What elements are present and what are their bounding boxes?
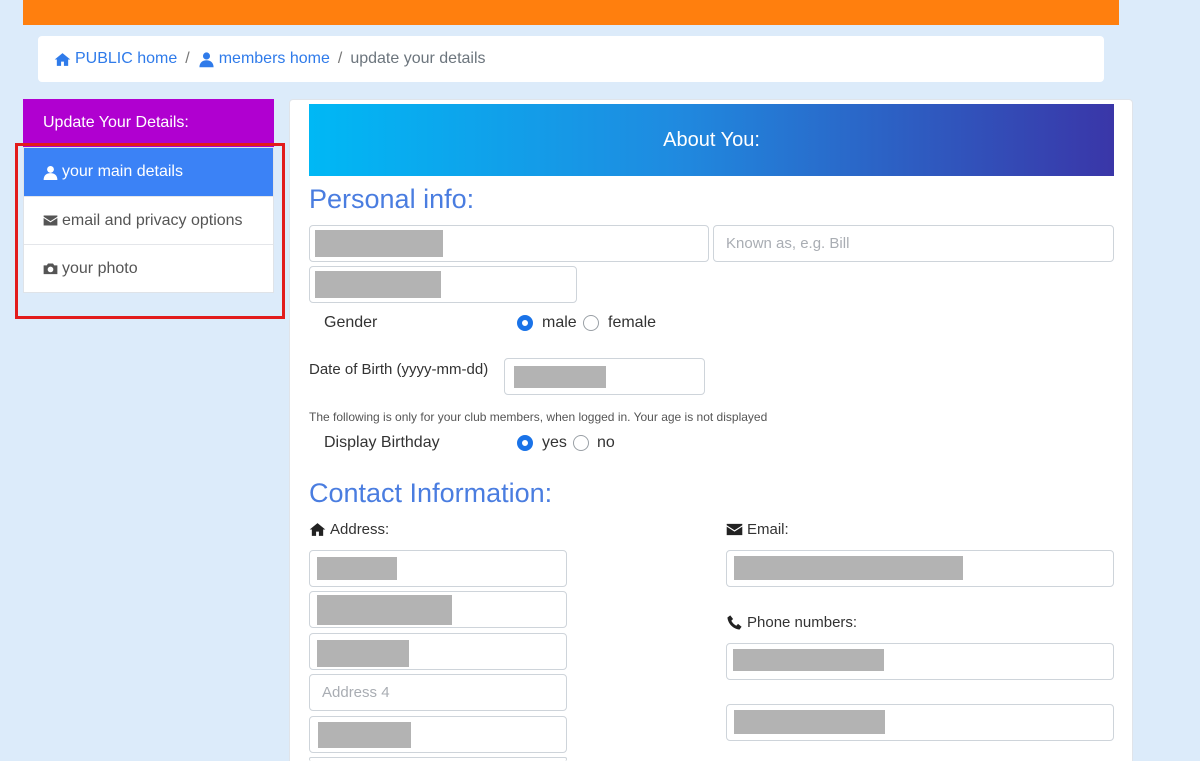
home-icon	[54, 52, 71, 66]
redacted-value	[317, 557, 397, 580]
sidebar-menu: your main details email and privacy opti…	[23, 147, 274, 293]
sidebar-item-label: your main details	[62, 163, 183, 180]
breadcrumb-public-home-link[interactable]: PUBLIC home	[54, 50, 177, 68]
redacted-value	[733, 649, 884, 671]
address-5-field[interactable]	[309, 716, 567, 753]
gender-male-radio[interactable]	[517, 315, 533, 331]
display-birthday-label: Display Birthday	[324, 434, 440, 451]
redacted-value	[315, 271, 441, 298]
breadcrumb-current: update your details	[350, 50, 486, 67]
redacted-value	[734, 556, 963, 580]
dob-field[interactable]	[504, 358, 705, 395]
phone-heading: Phone numbers:	[726, 614, 857, 631]
camera-icon	[43, 263, 58, 275]
redacted-value	[317, 640, 409, 667]
dob-label: Date of Birth (yyyy-mm-dd)	[309, 361, 489, 378]
address-3-field[interactable]	[309, 633, 567, 670]
user-icon	[43, 165, 58, 180]
breadcrumb-public-home-label: PUBLIC home	[75, 50, 178, 67]
top-banner	[23, 0, 1119, 25]
sidebar-item-main-details[interactable]: your main details	[24, 148, 273, 196]
address-6-field[interactable]	[309, 757, 567, 761]
sidebar-item-photo[interactable]: your photo	[24, 244, 273, 292]
envelope-icon	[43, 215, 58, 226]
address-1-field[interactable]	[309, 550, 567, 587]
personal-info-title: Personal info:	[309, 184, 475, 214]
phone-label: Phone numbers:	[747, 614, 858, 631]
birthday-yes-radio[interactable]	[517, 435, 533, 451]
address-2-field[interactable]	[309, 591, 567, 628]
breadcrumb: PUBLIC home / members home / update your…	[38, 36, 1104, 82]
gender-male-label: male	[542, 314, 577, 331]
redacted-value	[734, 710, 885, 734]
breadcrumb-separator: /	[185, 50, 190, 67]
birthday-no-label: no	[597, 434, 615, 451]
sidebar-header: Update Your Details:	[23, 99, 274, 147]
phone-1-field[interactable]	[726, 643, 1114, 680]
address-heading: Address:	[309, 521, 389, 538]
breadcrumb-members-home-link[interactable]: members home	[198, 50, 330, 68]
breadcrumb-separator: /	[337, 50, 343, 67]
gender-female-label: female	[608, 314, 657, 331]
contact-info-title: Contact Information:	[309, 478, 553, 508]
gender-label: Gender	[324, 314, 378, 331]
gender-female-radio[interactable]	[583, 315, 599, 331]
redacted-value	[514, 366, 606, 388]
home-icon	[309, 523, 326, 536]
panel-header: About You:	[309, 104, 1114, 176]
user-icon	[199, 51, 214, 67]
sidebar-item-label: email and privacy options	[62, 211, 243, 229]
sidebar-item-email-privacy[interactable]: email and privacy options	[24, 196, 273, 244]
birthday-note: The following is only for your club memb…	[309, 410, 768, 424]
email-heading: Email:	[726, 521, 789, 538]
phone-icon	[727, 615, 742, 630]
redacted-value	[315, 230, 443, 257]
birthday-yes-label: yes	[542, 434, 567, 451]
email-field[interactable]	[726, 550, 1114, 587]
redacted-value	[317, 595, 452, 625]
breadcrumb-members-home-label: members home	[218, 50, 330, 67]
sidebar-item-label: your photo	[62, 259, 138, 277]
address-4-input[interactable]	[309, 674, 567, 711]
address-label: Address:	[330, 521, 390, 538]
birthday-no-radio[interactable]	[573, 435, 589, 451]
envelope-icon	[726, 523, 743, 536]
redacted-value	[318, 722, 411, 748]
known-as-input[interactable]	[713, 225, 1114, 262]
first-name-field[interactable]	[309, 225, 709, 262]
last-name-field[interactable]	[309, 266, 577, 303]
email-label: Email:	[747, 521, 789, 538]
phone-2-field[interactable]	[726, 704, 1114, 741]
